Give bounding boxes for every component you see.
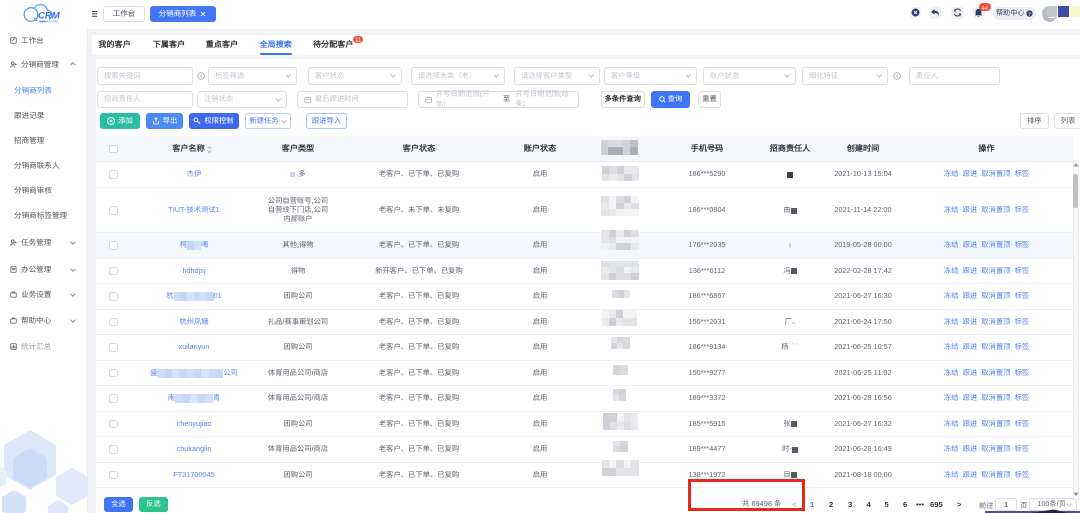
svg-text:?: ? (1028, 10, 1031, 17)
svg-text:CHINA SPORT CRM: CHINA SPORT CRM (39, 19, 58, 23)
